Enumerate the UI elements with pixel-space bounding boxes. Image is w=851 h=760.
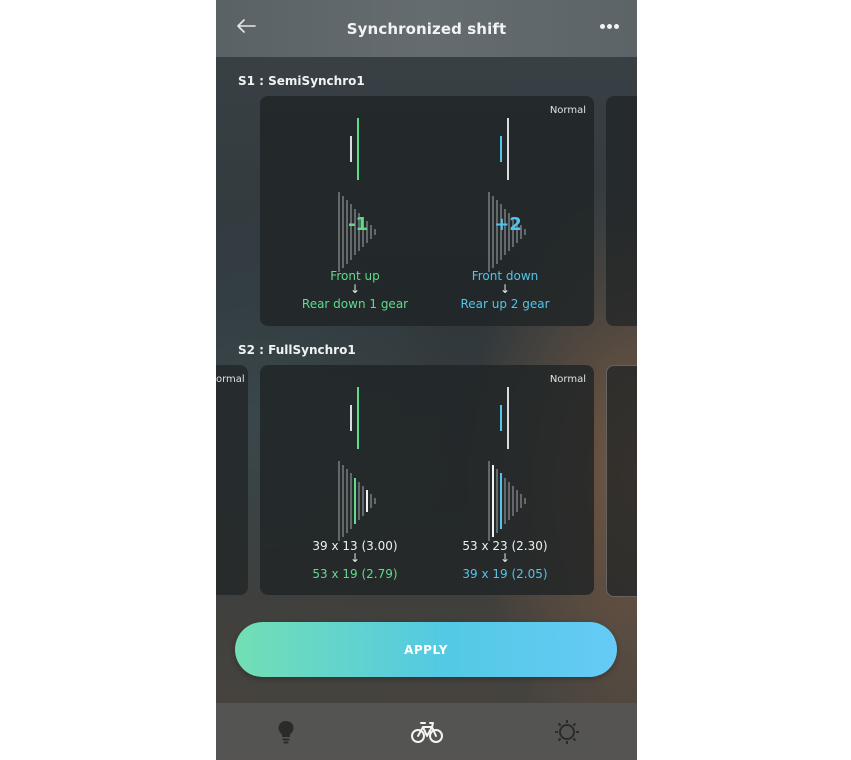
- more-dot-icon: [614, 24, 619, 29]
- more-options-button[interactable]: [599, 22, 621, 32]
- rear-shift-caption: Rear up 2 gear: [460, 297, 550, 311]
- apply-button[interactable]: APPLY: [235, 622, 617, 677]
- apply-button-label: APPLY: [404, 642, 448, 657]
- phone-screen: Synchronized shift S1 : SemiSynchro1 Nor…: [216, 0, 637, 760]
- more-dot-icon: [600, 24, 605, 29]
- bottom-tab-bar: [216, 703, 637, 760]
- app-header: Synchronized shift: [216, 0, 637, 57]
- section-label-s2: S2 : FullSynchro1: [238, 343, 356, 357]
- mode-label: ormal: [216, 374, 245, 385]
- down-arrow-icon: ↓: [349, 551, 361, 565]
- back-arrow-icon: [237, 19, 256, 33]
- tab-bike[interactable]: [410, 717, 444, 747]
- mode-label: Normal: [549, 105, 586, 116]
- more-dot-icon: [607, 24, 612, 29]
- tab-settings[interactable]: [550, 717, 584, 747]
- page-title: Synchronized shift: [346, 19, 507, 38]
- target-gear-ratio: 53 x 19 (2.79): [312, 567, 398, 581]
- mode-label: Normal: [549, 374, 586, 385]
- rear-cassette-icon: [338, 461, 376, 541]
- bike-icon: [411, 722, 443, 743]
- target-gear-ratio: 39 x 19 (2.05): [462, 567, 548, 581]
- section-label-s1: S1 : SemiSynchro1: [238, 74, 365, 88]
- shift-amount-front-down: +2: [494, 214, 522, 235]
- back-button[interactable]: [236, 13, 258, 41]
- front-shift-caption: Front down: [471, 269, 539, 283]
- down-arrow-icon: ↓: [349, 282, 361, 296]
- tab-light[interactable]: [269, 717, 303, 747]
- shift-card-s2[interactable]: Normal 39 x 13 (3.00) ↓ 53 x 19 (2.79) 5…: [260, 365, 594, 595]
- down-arrow-icon: ↓: [499, 282, 511, 296]
- rear-cassette-icon: [488, 461, 526, 541]
- rear-shift-caption: Rear down 1 gear: [301, 297, 409, 311]
- next-card-s1[interactable]: [606, 96, 637, 326]
- shift-amount-front-up: -1: [348, 214, 368, 235]
- next-card-s2[interactable]: [606, 365, 637, 597]
- gear-icon: [555, 720, 579, 744]
- lightbulb-icon: [278, 721, 294, 744]
- down-arrow-icon: ↓: [499, 551, 511, 565]
- previous-card-s2[interactable]: ormal: [216, 365, 248, 595]
- front-shift-caption: Front up: [330, 269, 380, 283]
- shift-card-s1[interactable]: Normal -1 Front up ↓ Rear down 1 gear +2…: [260, 96, 594, 326]
